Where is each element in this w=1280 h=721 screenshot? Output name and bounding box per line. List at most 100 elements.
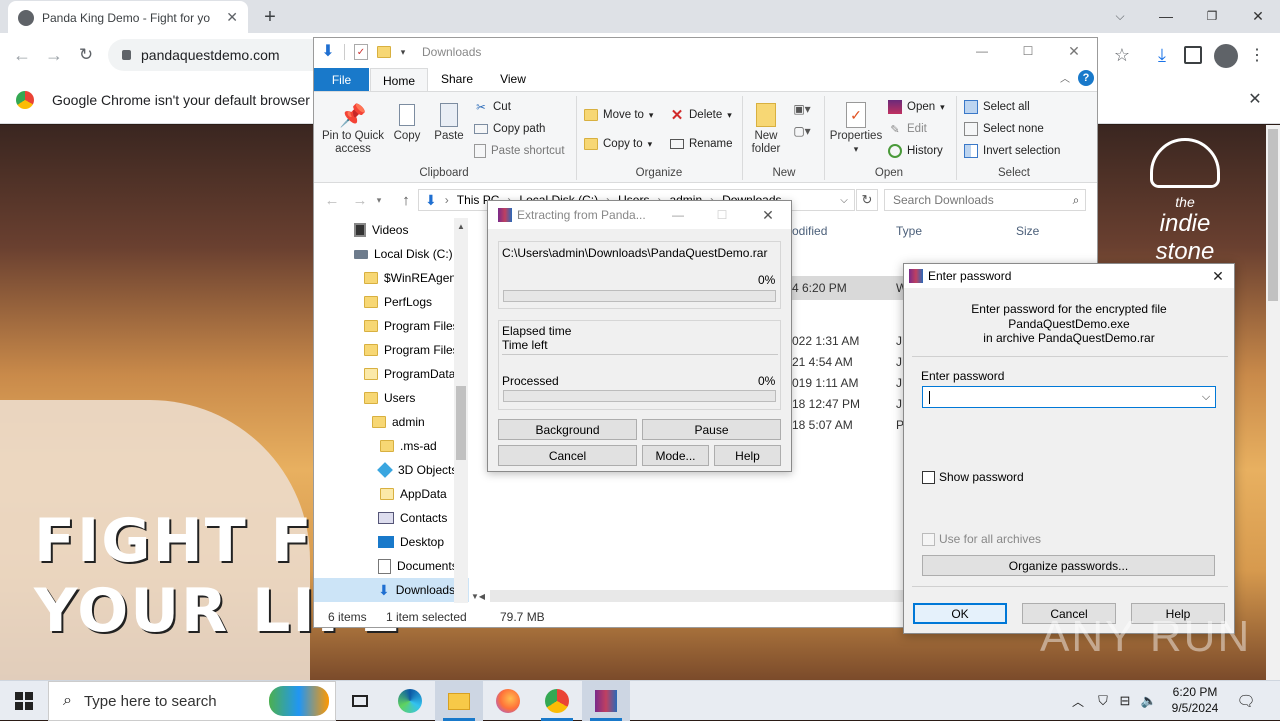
- nav-item-downloads[interactable]: ⬇ Downloads: [314, 578, 469, 602]
- extract-cancel-button[interactable]: Cancel: [498, 445, 637, 466]
- chrome-button[interactable]: [533, 681, 581, 721]
- properties-button[interactable]: ✓ Properties ▾: [828, 100, 884, 156]
- qat-dropdown-icon[interactable]: ▾: [398, 46, 408, 58]
- search-downloads-box[interactable]: Search Downloads ⌕: [884, 189, 1086, 211]
- scroll-up-icon[interactable]: ▲: [454, 220, 468, 234]
- taskbar-search[interactable]: ⌕ Type here to search: [48, 681, 336, 721]
- close-tab-icon[interactable]: ✕: [226, 9, 238, 26]
- nav-item-programdata[interactable]: ProgramData: [364, 362, 455, 386]
- minimize-icon[interactable]: —: [1156, 6, 1176, 26]
- back-icon[interactable]: ←: [12, 45, 32, 65]
- properties-qat-icon[interactable]: ✓: [354, 44, 368, 60]
- restore-icon[interactable]: ❐: [1202, 6, 1222, 26]
- tab-file[interactable]: File: [314, 68, 369, 91]
- ribbon-collapse-icon[interactable]: ︿: [1058, 70, 1072, 85]
- edge-button[interactable]: [386, 681, 434, 721]
- start-button[interactable]: [0, 681, 48, 721]
- menu-icon[interactable]: ⋮: [1249, 45, 1265, 65]
- refresh-icon[interactable]: ↻: [856, 189, 878, 211]
- password-input[interactable]: ⌵: [922, 386, 1216, 408]
- tab-view[interactable]: View: [488, 72, 538, 86]
- extract-close-icon[interactable]: ✕: [760, 207, 776, 223]
- nav-scrollbar[interactable]: ▲ ▼: [454, 218, 479, 603]
- copy-button[interactable]: Copy: [390, 100, 424, 143]
- download-icon[interactable]: ⤓: [1152, 45, 1172, 65]
- pin-quick-access-button[interactable]: 📌 Pin to Quick access: [318, 100, 388, 156]
- select-none-button[interactable]: Select none: [964, 118, 1044, 140]
- nav-back-icon[interactable]: ←: [324, 191, 340, 209]
- clock[interactable]: 6:20 PM 9/5/2024: [1166, 684, 1224, 716]
- password-dropdown-icon[interactable]: ⌵: [1197, 391, 1215, 404]
- organize-passwords-button[interactable]: Organize passwords...: [922, 555, 1215, 576]
- explorer-minimize-icon[interactable]: —: [974, 43, 990, 59]
- column-header-modified[interactable]: odified: [792, 224, 827, 238]
- nav-item-contacts[interactable]: Contacts: [378, 506, 447, 530]
- ok-button[interactable]: OK: [913, 603, 1007, 624]
- nav-forward-icon[interactable]: →: [352, 191, 368, 209]
- new-tab-icon[interactable]: +: [258, 6, 282, 28]
- move-to-button[interactable]: Move to ▾: [584, 104, 653, 126]
- history-button[interactable]: History: [888, 140, 943, 162]
- winrar-button[interactable]: [582, 681, 630, 721]
- tab-home[interactable]: Home: [370, 68, 428, 92]
- nav-item-desktop[interactable]: Desktop: [378, 530, 444, 554]
- extract-maximize-icon[interactable]: ☐: [714, 208, 730, 222]
- side-panel-icon[interactable]: [1184, 46, 1202, 64]
- new-folder-qat-icon[interactable]: [377, 46, 391, 58]
- nav-item-documents[interactable]: Documents: [378, 554, 458, 578]
- edit-button[interactable]: ✎ Edit: [888, 118, 926, 140]
- address-dropdown-icon[interactable]: ⌵: [837, 192, 851, 208]
- copy-to-button[interactable]: Copy to ▾: [584, 133, 652, 155]
- delete-button[interactable]: ✕ Delete ▾: [670, 104, 732, 126]
- easy-access-icon[interactable]: ▢▾: [790, 122, 814, 140]
- show-password-checkbox[interactable]: Show password: [922, 470, 1024, 484]
- use-all-archives-checkbox[interactable]: Use for all archives: [922, 532, 1041, 546]
- password-close-icon[interactable]: ✕: [1210, 268, 1226, 284]
- copy-path-button[interactable]: Copy path: [474, 118, 545, 140]
- nav-item-perflogs[interactable]: PerfLogs: [364, 290, 432, 314]
- task-view-button[interactable]: [336, 681, 384, 721]
- help-icon[interactable]: ?: [1078, 70, 1094, 86]
- page-scrollbar-thumb[interactable]: [1268, 129, 1278, 301]
- nav-item-program-files-x86[interactable]: Program Files: [364, 338, 459, 362]
- notifications-icon[interactable]: 🗨: [1236, 691, 1256, 711]
- nav-item-local-disk[interactable]: Local Disk (C:): [354, 242, 453, 266]
- new-item-icon[interactable]: ▣▾: [790, 100, 814, 118]
- reload-icon[interactable]: ↻: [76, 45, 96, 65]
- firefox-button[interactable]: [484, 681, 532, 721]
- pause-button[interactable]: Pause: [642, 419, 781, 440]
- open-button[interactable]: Open ▾: [888, 96, 945, 118]
- infobar-close-icon[interactable]: ✕: [1246, 90, 1264, 108]
- hscroll-left-icon[interactable]: ◀: [476, 589, 488, 603]
- volume-icon[interactable]: 🔈: [1140, 691, 1158, 711]
- tray-chevron-icon[interactable]: ︿: [1070, 691, 1086, 711]
- explorer-maximize-icon[interactable]: ☐: [1020, 43, 1036, 59]
- mode-button[interactable]: Mode...: [642, 445, 709, 466]
- tray-device-icon[interactable]: ⛉: [1094, 691, 1112, 711]
- background-button[interactable]: Background: [498, 419, 637, 440]
- close-window-icon[interactable]: ✕: [1248, 6, 1268, 26]
- nav-item-videos[interactable]: Videos: [354, 218, 408, 242]
- file-explorer-button[interactable]: [435, 681, 483, 721]
- network-icon[interactable]: ⊟: [1116, 691, 1134, 711]
- tab-search-icon[interactable]: ⌵: [1110, 6, 1130, 26]
- quick-access-down-icon[interactable]: ⬇: [320, 43, 336, 60]
- nav-item-appdata[interactable]: AppData: [380, 482, 447, 506]
- paste-shortcut-button[interactable]: Paste shortcut: [474, 140, 565, 162]
- invert-selection-button[interactable]: Invert selection: [964, 140, 1060, 162]
- extract-minimize-icon[interactable]: —: [670, 208, 686, 222]
- select-all-button[interactable]: Select all: [964, 96, 1030, 118]
- nav-item-3d-objects[interactable]: 3D Objects: [377, 458, 457, 482]
- nav-item-admin[interactable]: admin: [372, 410, 425, 434]
- browser-tab[interactable]: Panda King Demo - Fight for yo ✕: [8, 1, 248, 34]
- nav-item-ms-ad[interactable]: .ms-ad: [380, 434, 437, 458]
- paste-button[interactable]: Paste: [430, 100, 468, 143]
- bookmark-star-icon[interactable]: ☆: [1112, 45, 1132, 65]
- tab-share[interactable]: Share: [432, 72, 482, 86]
- hscroll-bar[interactable]: [490, 590, 904, 602]
- nav-recent-icon[interactable]: ▾: [374, 193, 384, 207]
- page-scrollbar[interactable]: [1266, 125, 1280, 681]
- explorer-close-icon[interactable]: ✕: [1066, 43, 1082, 59]
- forward-icon[interactable]: →: [44, 45, 64, 65]
- new-folder-button[interactable]: New folder: [746, 100, 786, 156]
